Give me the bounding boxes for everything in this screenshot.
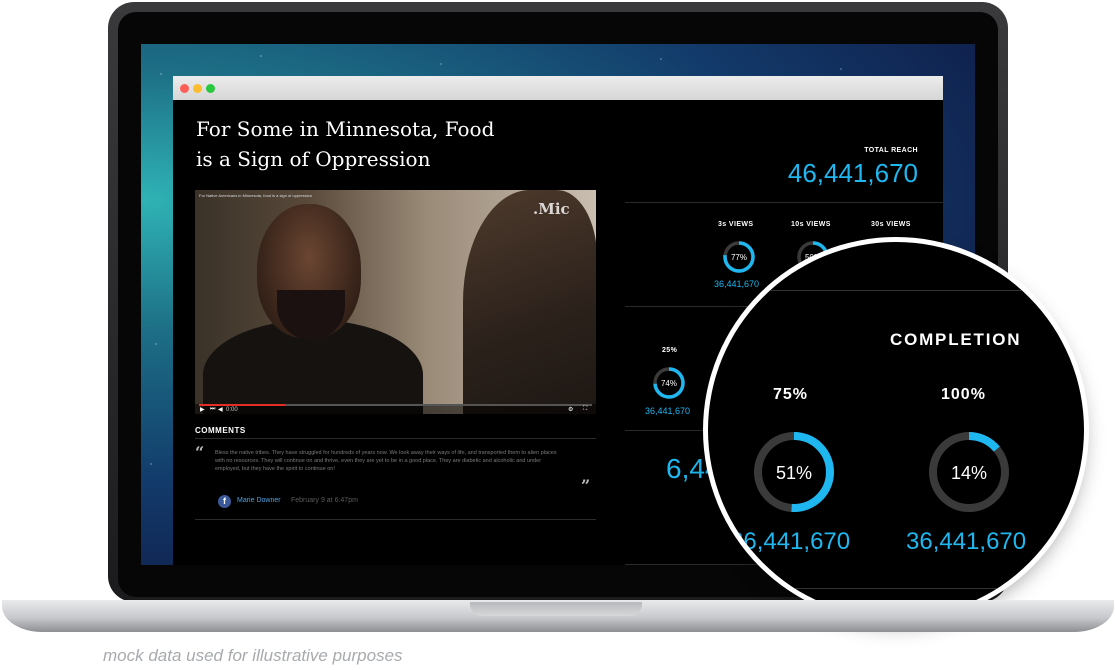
page-title: For Some in Minnesota, Food is a Sign of… [196,117,495,171]
views-10s-label: 10s VIEWS [791,221,831,228]
divider [708,588,1084,589]
video-progress-bar[interactable] [199,404,592,406]
views-3s-count: 36,441,670 [714,279,760,289]
completion-25-ring: 74% [653,367,685,399]
completion-100-count: 36,441,670 [906,528,1027,555]
comment-author-link[interactable]: Marie Downer [237,497,281,504]
svg-text:77%: 77% [731,253,747,262]
svg-text:74%: 74% [661,379,677,388]
svg-text:14%: 14% [951,463,987,483]
completion-25-count: 36,441,670 [645,406,691,416]
comments-label: COMMENTS [195,426,246,435]
comment-text: Bless the native tribes. They have strug… [215,450,557,472]
total-reach-value: 46,441,670 [787,158,918,188]
comment-date: February 9 at 6:47pm [291,497,358,504]
video-time: 0:00 [226,407,238,413]
brand-logo: .Mic [533,200,570,218]
play-icon[interactable]: ▶ [200,406,205,413]
completion-75-label: 75% [773,386,809,403]
divider [195,438,596,439]
minimize-window-button[interactable] [193,84,202,93]
settings-icon[interactable]: ⚙ [568,406,573,413]
completion-100-label: 100% [941,386,986,403]
completion-75-ring: 51% [754,432,834,512]
fullscreen-icon[interactable]: ⛶ [583,406,587,413]
divider [708,290,1084,291]
divider [625,202,943,203]
laptop-notch [470,602,642,616]
video-title: For Native Americans in Minnesota, food … [199,193,312,198]
window-titlebar [173,76,943,100]
total-reach-label: TOTAL REACH [864,147,918,154]
next-icon[interactable]: ⏭ [210,406,215,413]
magnifier-callout: COMPLETION 75% 51% 36,441,670 100% 14% 3… [708,242,1084,618]
open-quote-icon: “ [195,443,205,462]
volume-icon[interactable]: ◀ [218,406,223,413]
completion-25-label: 25% [662,347,678,354]
close-quote-icon: ” [581,476,591,495]
views-3s-label: 3s VIEWS [718,221,754,228]
views-3s-ring: 77% [723,241,755,273]
views-30s-label: 30s VIEWS [871,221,911,228]
caption: mock data used for illustrative purposes [103,646,403,665]
divider [195,519,596,520]
close-window-button[interactable] [180,84,189,93]
zoom-window-button[interactable] [206,84,215,93]
svg-text:51%: 51% [776,463,812,483]
video-player[interactable]: For Native Americans in Minnesota, food … [195,190,596,414]
completion-75-count: 36,441,670 [730,528,851,555]
facebook-icon: f [218,495,231,508]
completion-100-ring: 14% [929,432,1009,512]
completion-title: COMPLETION [890,330,1022,349]
